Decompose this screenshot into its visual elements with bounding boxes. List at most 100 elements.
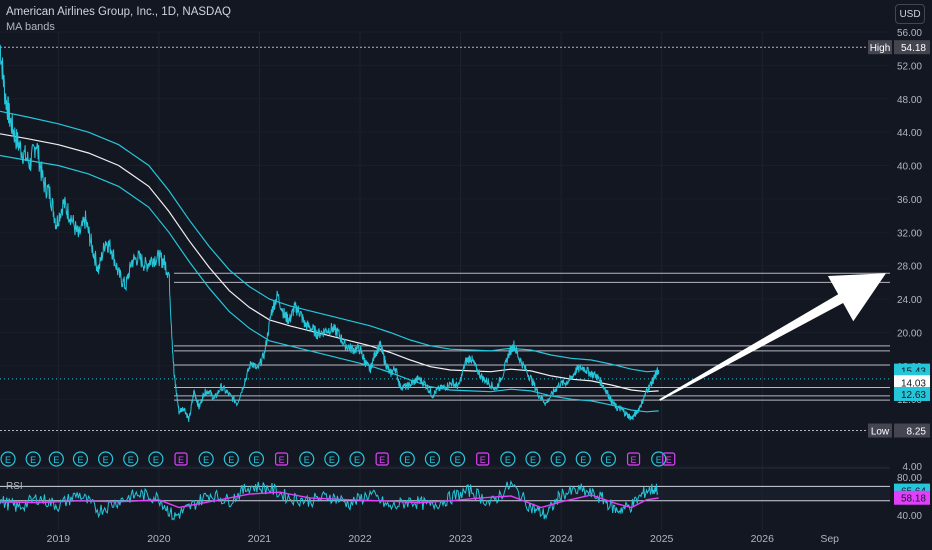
price-label-tag: High [870, 43, 891, 54]
earnings-marker-20: E [500, 451, 516, 467]
earnings-marker-5: E [123, 451, 139, 467]
price-label-value: 8.25 [907, 427, 927, 438]
earnings-marker-12: E [299, 451, 315, 467]
earnings-marker-13: E [324, 451, 340, 467]
currency-button[interactable]: USD [895, 4, 925, 24]
time-axis[interactable]: 2019 2020 2021 2022 2023 2024 2025 2026 Sep [47, 533, 840, 545]
earnings-marker-label: E [253, 455, 259, 465]
earnings-marker-label: E [530, 455, 536, 465]
earnings-marker-23: E [575, 451, 591, 467]
earnings-marker-label: E [203, 455, 209, 465]
y-tick-label: 52.00 [897, 61, 922, 72]
ma-bands [0, 110, 659, 413]
earnings-marker-10: E [248, 451, 265, 467]
rsi-tick-label: 40.00 [897, 511, 922, 522]
y-tick-label: 56.00 [897, 28, 922, 39]
earnings-marker-label: E [279, 455, 285, 465]
earnings-marker-1: E [25, 451, 41, 467]
y-tick-label: 44.00 [897, 128, 922, 139]
earnings-marker-label: E [379, 455, 385, 465]
earnings-marker-label: E [329, 455, 335, 465]
price-label-8.25: 8.25 Low [868, 423, 930, 438]
y-tick-label: 24.00 [897, 295, 922, 306]
earnings-marker-label: E [30, 455, 36, 465]
x-tick-label: 2026 [751, 533, 775, 545]
earnings-marker-label: E [304, 455, 310, 465]
earnings-marker-15: E [375, 452, 389, 466]
x-tick-label: Sep [820, 533, 839, 545]
trend-arrow-shape[interactable] [659, 273, 886, 401]
chart-title: American Airlines Group, Inc., 1D, NASDA… [6, 6, 231, 18]
rsi-pane [0, 480, 890, 521]
earnings-marker-label: E [455, 455, 461, 465]
earnings-marker-label: E [5, 455, 11, 465]
rsi-value-text: 58.18 [901, 494, 926, 505]
earnings-marker-3: E [72, 451, 89, 467]
y-tick-label: 4.00 [903, 462, 923, 473]
lower-band-line [0, 154, 659, 413]
y-tick-label: 32.00 [897, 228, 922, 239]
horizontal-levels [0, 46, 890, 432]
earnings-marker-label: E [580, 455, 586, 465]
earnings-markers: EEEEEEEEEEEEEEEEEEEEEEEEEEEE [0, 451, 676, 467]
earnings-marker-2: E [48, 451, 64, 467]
price-label-value: 12.63 [901, 390, 926, 401]
rsi-value-label-58.18: 58.18 [894, 490, 930, 505]
earnings-marker-label: E [555, 455, 561, 465]
indicator-label[interactable]: MA bands [6, 21, 55, 33]
earnings-marker-24: E [600, 451, 617, 467]
earnings-marker-6: E [148, 451, 164, 467]
x-tick-label: 2020 [147, 533, 171, 545]
earnings-marker-16: E [399, 451, 415, 467]
earnings-marker-label: E [605, 455, 611, 465]
x-tick-label: 2025 [650, 533, 674, 545]
earnings-marker-label: E [53, 455, 59, 465]
price-label-value: 54.18 [901, 43, 926, 54]
earnings-marker-4: E [97, 451, 114, 467]
earnings-marker-label: E [505, 455, 511, 465]
x-tick-label: 2021 [248, 533, 272, 545]
earnings-marker-label: E [429, 455, 435, 465]
rsi-label[interactable]: RSI [6, 481, 23, 492]
earnings-marker-11: E [274, 452, 289, 466]
earnings-marker-22: E [550, 451, 566, 467]
earnings-marker-9: E [223, 451, 239, 467]
earnings-marker-19: E [476, 452, 490, 466]
earnings-marker-label: E [631, 455, 637, 465]
y-tick-label: 36.00 [897, 195, 922, 206]
earnings-marker-8: E [198, 451, 214, 467]
price-chart[interactable]: E E E E E E E E E E E E E E E E E E E E E E E E E E E E 56.00 52.00 4… [0, 0, 932, 550]
earnings-marker-7: E [174, 452, 188, 466]
price-label-12.63: 12.63 [894, 386, 930, 401]
y-tick-label: 20.00 [897, 328, 922, 339]
ma-line [0, 133, 659, 393]
earnings-marker-label: E [153, 455, 159, 465]
earnings-marker-label: E [228, 455, 234, 465]
x-tick-label: 2022 [348, 533, 372, 545]
earnings-marker-25: E [626, 452, 641, 466]
rsi-tick-label: 80.00 [897, 473, 922, 484]
earnings-marker-18: E [449, 451, 466, 467]
price-label-tag: Low [871, 427, 890, 438]
y-tick-label: 40.00 [897, 162, 922, 173]
earnings-marker-0: E [0, 451, 16, 467]
earnings-marker-label: E [656, 455, 662, 465]
earnings-marker-label: E [128, 455, 134, 465]
x-tick-label: 2019 [47, 533, 71, 545]
y-tick-label: 28.00 [897, 262, 922, 273]
x-tick-label: 2023 [449, 533, 473, 545]
x-tick-label: 2024 [549, 533, 573, 545]
earnings-marker-label: E [103, 455, 109, 465]
price-label-54.18: 54.18 High [868, 40, 930, 55]
earnings-marker-label: E [480, 455, 486, 465]
earnings-marker-label: E [666, 455, 672, 465]
earnings-marker-label: E [178, 455, 184, 465]
earnings-marker-label: E [404, 455, 410, 465]
earnings-marker-label: E [354, 455, 360, 465]
earnings-marker-21: E [525, 451, 541, 467]
trend-arrow[interactable] [659, 273, 886, 401]
earnings-marker-14: E [349, 451, 365, 467]
earnings-marker-26: E [651, 451, 667, 467]
earnings-marker-label: E [77, 455, 83, 465]
earnings-marker-17: E [424, 451, 441, 467]
